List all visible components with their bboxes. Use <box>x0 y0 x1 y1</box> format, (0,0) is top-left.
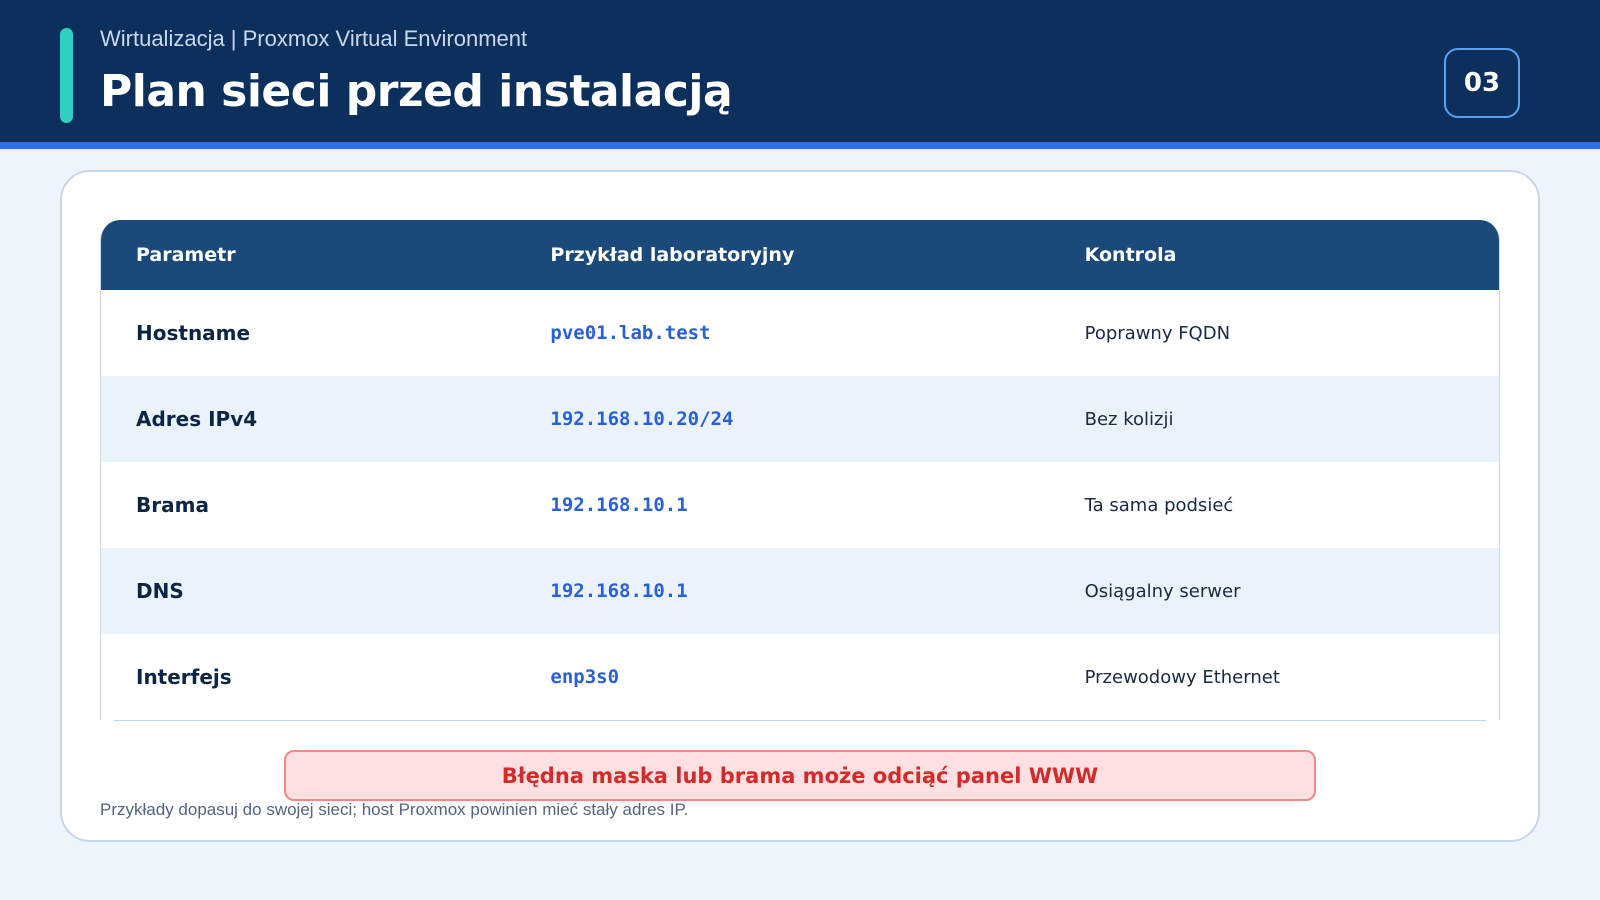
network-plan-table: Parametr Przykład laboratoryjny Kontrola… <box>100 220 1500 720</box>
column-header-example: Przykład laboratoryjny <box>550 244 795 266</box>
table-header-row: Parametr Przykład laboratoryjny Kontrola <box>101 220 1499 290</box>
row-example-value: 192.168.10.20/24 <box>550 408 734 430</box>
row-check: Ta sama podsieć <box>1084 494 1234 516</box>
column-header-parameter: Parametr <box>136 244 236 266</box>
row-parameter: Adres IPv4 <box>136 407 258 431</box>
row-example-value: 192.168.10.1 <box>550 580 688 602</box>
slide-subtitle: Wirtualizacja | Proxmox Virtual Environm… <box>100 26 528 51</box>
table-divider <box>114 720 1486 721</box>
column-header-check: Kontrola <box>1084 244 1177 266</box>
row-parameter: Hostname <box>136 321 251 345</box>
accent-bar <box>60 28 73 123</box>
warning-banner: Błędna maska lub brama może odciąć panel… <box>284 750 1316 801</box>
row-parameter: Interfejs <box>136 665 232 689</box>
table-row: Adres IPv4 192.168.10.20/24 Bez kolizji <box>101 376 1499 462</box>
row-check: Osiągalny serwer <box>1084 580 1241 602</box>
page-number-badge: 03 <box>1444 48 1520 118</box>
row-parameter: DNS <box>136 579 184 603</box>
row-example-value: pve01.lab.test <box>550 322 711 344</box>
row-check: Przewodowy Ethernet <box>1084 666 1280 688</box>
header-stripe <box>0 142 1600 149</box>
row-example-value: enp3s0 <box>550 666 620 688</box>
table-row: Interfejs enp3s0 Przewodowy Ethernet <box>101 634 1499 720</box>
footnote: Przykłady dopasuj do swojej sieci; host … <box>100 800 689 819</box>
row-parameter: Brama <box>136 493 209 517</box>
table-row: Brama 192.168.10.1 Ta sama podsieć <box>101 462 1499 548</box>
slide-title: Plan sieci przed instalacją <box>100 66 733 117</box>
row-check: Bez kolizji <box>1084 408 1174 430</box>
table-row: DNS 192.168.10.1 Osiągalny serwer <box>101 548 1499 634</box>
table-row: Hostname pve01.lab.test Poprawny FQDN <box>101 290 1499 376</box>
row-check: Poprawny FQDN <box>1084 322 1231 344</box>
row-example-value: 192.168.10.1 <box>550 494 688 516</box>
